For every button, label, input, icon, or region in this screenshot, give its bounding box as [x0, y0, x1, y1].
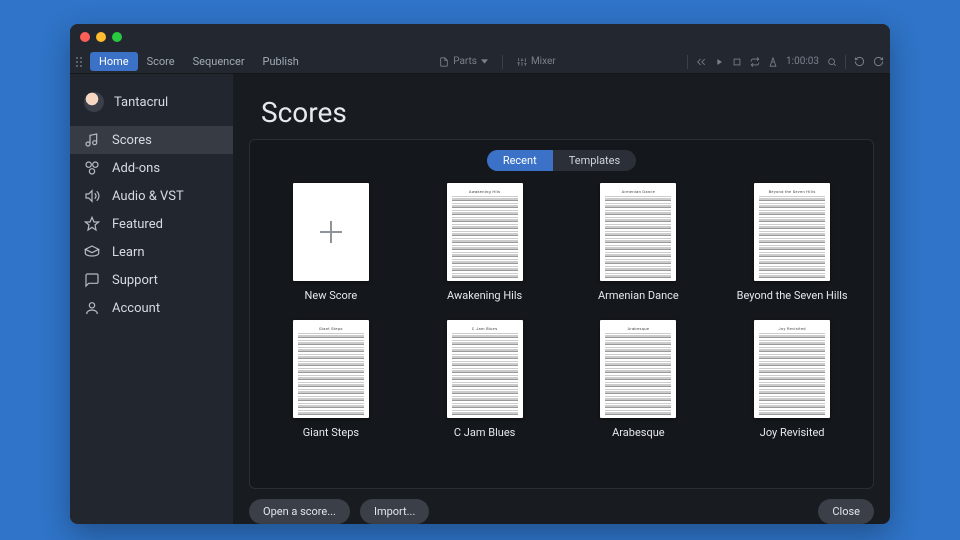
tab-bar: RecentTemplates	[268, 150, 855, 171]
tab-templates[interactable]: Templates	[553, 150, 636, 171]
menu-score[interactable]: Score	[138, 52, 184, 71]
score-label: C Jam Blues	[454, 426, 515, 439]
music-icon	[84, 132, 100, 148]
menu-publish[interactable]: Publish	[254, 52, 308, 71]
score-label: Armenian Dance	[598, 289, 679, 302]
sidebar-item-label: Learn	[112, 245, 145, 260]
score-card[interactable]: Beyond the Seven Hills Beyond the Seven H…	[737, 183, 848, 302]
window-zoom-icon[interactable]	[112, 32, 122, 42]
parts-dropdown[interactable]: Parts	[433, 54, 494, 69]
score-label: Giant Steps	[303, 426, 359, 439]
sidebar-item-label: Account	[112, 301, 160, 316]
score-label: Arabesque	[612, 426, 665, 439]
sidebar-item-scores[interactable]: Scores	[70, 126, 233, 154]
close-button[interactable]: Close	[818, 499, 874, 524]
mixer-button[interactable]: Mixer	[511, 54, 562, 69]
stop-icon[interactable]	[732, 57, 742, 67]
sidebar-item-label: Scores	[112, 133, 152, 148]
score-card[interactable]: Awakening Hils Awakening Hils	[447, 183, 523, 302]
sidebar-item-featured[interactable]: Featured	[70, 210, 233, 238]
score-thumb: Giant Steps	[293, 320, 369, 418]
score-label: Beyond the Seven Hills	[737, 289, 848, 302]
import-button[interactable]: Import...	[360, 499, 429, 524]
score-card[interactable]: New Score	[293, 183, 369, 302]
sliders-icon	[517, 57, 527, 67]
app-window: HomeScoreSequencerPublish Parts Mixer 1:…	[70, 24, 890, 524]
support-icon	[84, 272, 100, 288]
menubar: HomeScoreSequencerPublish Parts Mixer 1:…	[70, 50, 890, 74]
score-label: Awakening Hils	[447, 289, 522, 302]
learn-icon	[84, 244, 100, 260]
transport-controls: 1:00:03	[687, 55, 884, 69]
sidebar-item-learn[interactable]: Learn	[70, 238, 233, 266]
window-minimize-icon[interactable]	[96, 32, 106, 42]
drag-grip-icon[interactable]	[76, 57, 86, 67]
score-card[interactable]: Armenian Dance Armenian Dance	[598, 183, 679, 302]
account-icon	[84, 300, 100, 316]
score-thumb: Joy Revisited	[754, 320, 830, 418]
score-label: New Score	[305, 289, 358, 302]
avatar	[84, 92, 104, 112]
sidebar-item-label: Featured	[112, 217, 163, 232]
scores-grid: New Score Awakening Hils Awakening Hils Arm…	[268, 183, 855, 439]
scores-panel: RecentTemplates New ScoreAwakening HilsA…	[249, 139, 874, 489]
document-icon	[439, 57, 449, 67]
parts-label: Parts	[453, 56, 477, 67]
titlebar	[70, 24, 890, 50]
menu-sequencer[interactable]: Sequencer	[184, 52, 254, 71]
page-title: Scores	[233, 74, 890, 139]
zoom-icon[interactable]	[827, 57, 837, 67]
user-profile[interactable]: Tantacrul	[70, 86, 233, 126]
addon-icon	[84, 160, 100, 176]
score-thumb: Armenian Dance	[600, 183, 676, 281]
sidebar-item-audio-vst[interactable]: Audio & VST	[70, 182, 233, 210]
sidebar-item-add-ons[interactable]: Add-ons	[70, 154, 233, 182]
score-card[interactable]: Arabesque Arabesque	[600, 320, 676, 439]
sidebar-item-account[interactable]: Account	[70, 294, 233, 322]
mixer-label: Mixer	[531, 56, 556, 67]
sidebar-item-label: Audio & VST	[112, 189, 184, 204]
audio-icon	[84, 188, 100, 204]
score-label: Joy Revisited	[760, 426, 825, 439]
score-thumb: C Jam Blues	[447, 320, 523, 418]
new-score-thumb	[293, 183, 369, 281]
score-thumb: Awakening Hils	[447, 183, 523, 281]
score-card[interactable]: Giant Steps Giant Steps	[293, 320, 369, 439]
sidebar-item-label: Add-ons	[112, 161, 160, 176]
play-icon[interactable]	[714, 57, 724, 67]
sidebar-item-label: Support	[112, 273, 158, 288]
main-content: Scores RecentTemplates New Score Awakenin…	[233, 74, 890, 524]
chevron-down-icon	[481, 58, 488, 65]
redo-icon[interactable]	[873, 56, 884, 67]
rewind-icon[interactable]	[696, 57, 706, 67]
star-icon	[84, 216, 100, 232]
menu-home[interactable]: Home	[90, 52, 138, 71]
footer-actions: Open a score... Import... Close	[233, 489, 890, 524]
undo-icon[interactable]	[854, 56, 865, 67]
tab-recent[interactable]: Recent	[487, 150, 553, 171]
time-display: 1:00:03	[786, 56, 819, 67]
loop-icon[interactable]	[750, 57, 760, 67]
center-controls: Parts Mixer	[433, 54, 561, 69]
score-card[interactable]: C Jam Blues C Jam Blues	[447, 320, 523, 439]
user-name: Tantacrul	[114, 95, 168, 110]
score-thumb: Arabesque	[600, 320, 676, 418]
score-card[interactable]: Joy Revisited Joy Revisited	[754, 320, 830, 439]
sidebar: Tantacrul Scores Add-ons Audio & VST Featur…	[70, 74, 233, 524]
metronome-icon[interactable]	[768, 57, 778, 67]
sidebar-item-support[interactable]: Support	[70, 266, 233, 294]
open-score-button[interactable]: Open a score...	[249, 499, 350, 524]
plus-icon	[320, 221, 342, 243]
score-thumb: Beyond the Seven Hills	[754, 183, 830, 281]
window-close-icon[interactable]	[80, 32, 90, 42]
